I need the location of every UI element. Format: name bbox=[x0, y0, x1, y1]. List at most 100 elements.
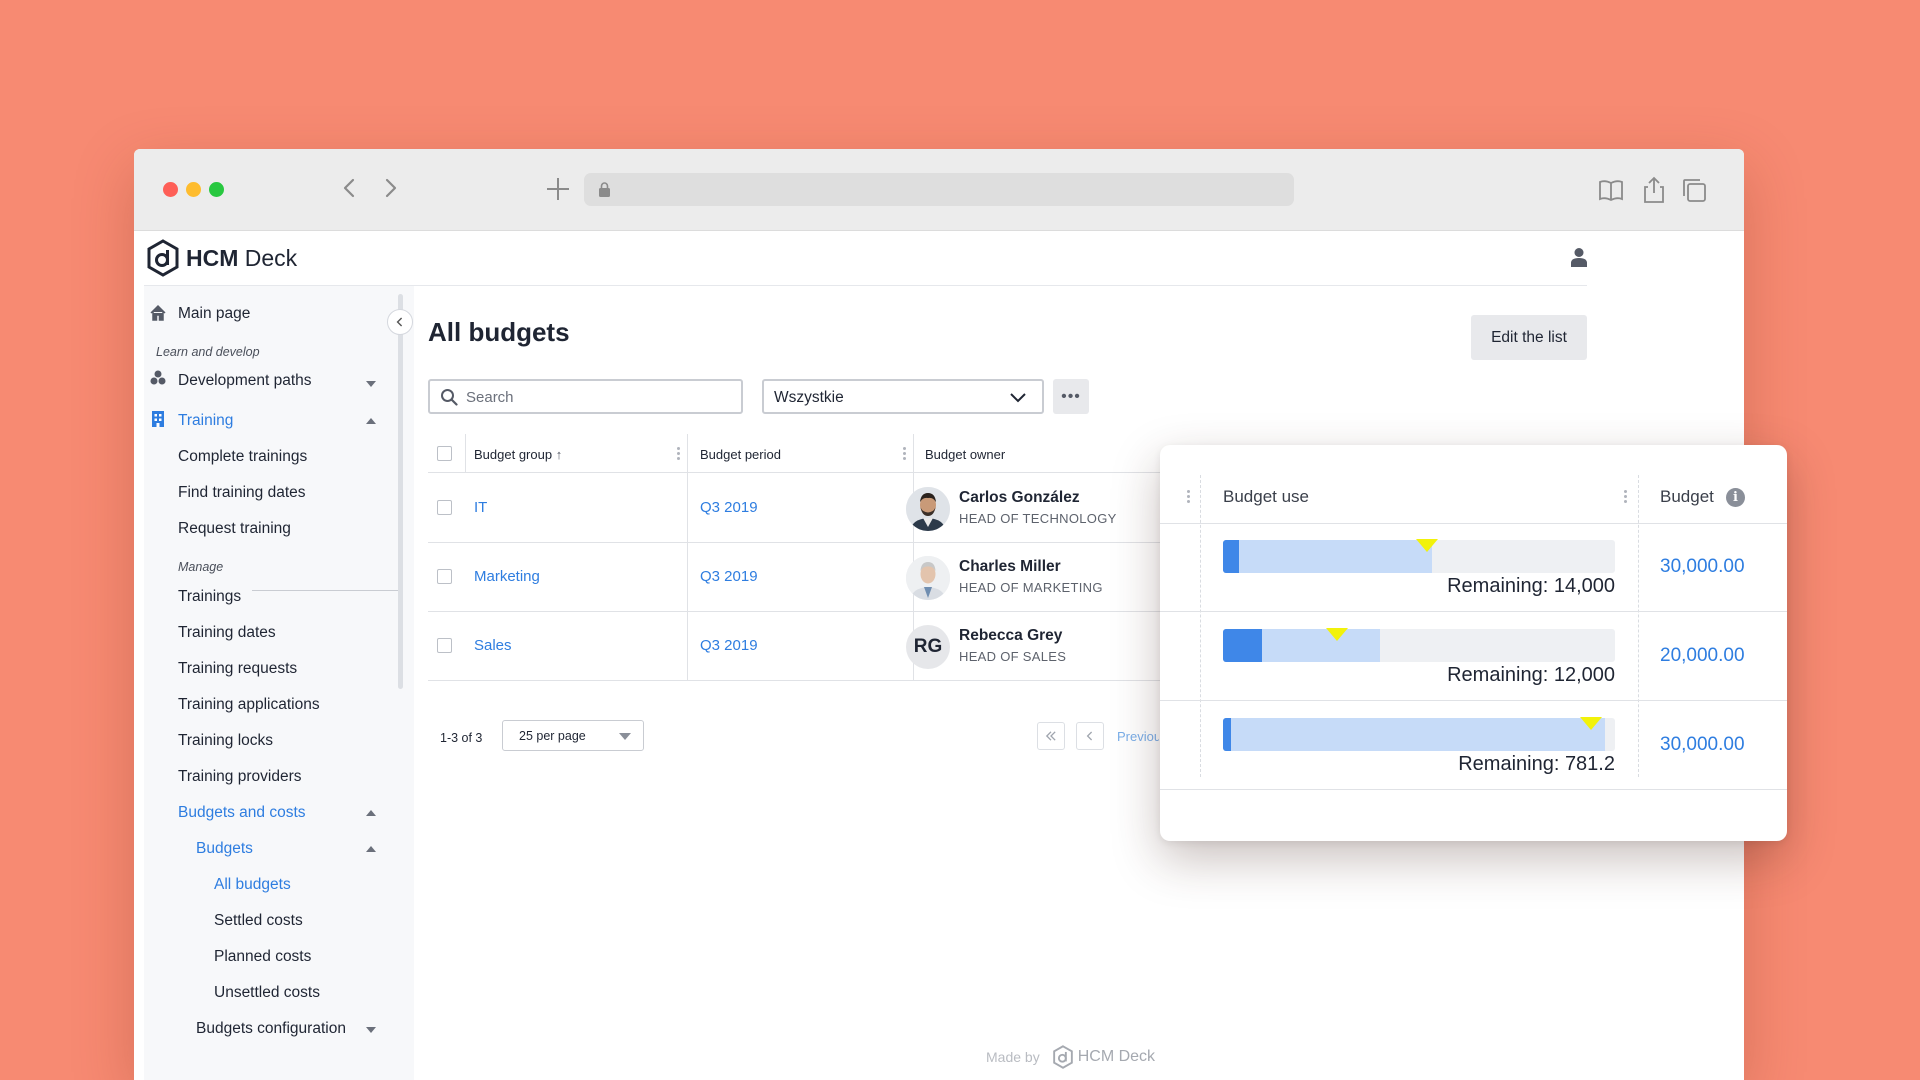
chevron-up-icon[interactable] bbox=[366, 418, 376, 424]
search-input[interactable] bbox=[466, 386, 726, 408]
hcm-deck-logo[interactable]: HCM Deck bbox=[146, 239, 297, 277]
budget-amount-link[interactable]: 30,000.00 bbox=[1660, 556, 1745, 578]
sidebar-item-development-paths[interactable]: Development paths bbox=[178, 372, 312, 390]
column-menu-icon[interactable] bbox=[903, 447, 907, 461]
avatar-initials: RG bbox=[906, 625, 950, 669]
column-menu-icon[interactable] bbox=[677, 447, 681, 461]
budget-use-bar bbox=[1223, 717, 1615, 751]
sidebar: Main page Learn and develop Development … bbox=[144, 286, 414, 1080]
filter-select[interactable]: Wszystkie bbox=[762, 379, 1044, 414]
sidebar-item-budgets[interactable]: Budgets bbox=[196, 840, 253, 858]
sidebar-item-all-budgets[interactable]: All budgets bbox=[214, 876, 291, 894]
card-row-divider bbox=[1160, 700, 1787, 701]
sidebar-item-training-applications[interactable]: Training applications bbox=[178, 696, 320, 714]
card-column-divider bbox=[1638, 475, 1639, 777]
sidebar-scrollbar[interactable] bbox=[398, 294, 403, 689]
previous-link[interactable]: Previous bbox=[1117, 729, 1159, 744]
sidebar-item-training-providers[interactable]: Training providers bbox=[178, 768, 301, 786]
sidebar-item-request-training[interactable]: Request training bbox=[178, 520, 291, 538]
made-by-label: Made by bbox=[986, 1049, 1040, 1065]
info-icon[interactable]: i bbox=[1726, 488, 1745, 507]
avatar-photo-carlos bbox=[906, 487, 950, 531]
edit-list-button[interactable]: Edit the list bbox=[1471, 315, 1587, 360]
address-bar[interactable] bbox=[584, 173, 1294, 206]
budget-period-link[interactable]: Q3 2019 bbox=[700, 568, 758, 585]
sidebar-item-training-dates[interactable]: Training dates bbox=[178, 624, 276, 642]
minimize-window-button[interactable] bbox=[186, 182, 201, 197]
bar-used-fill bbox=[1223, 540, 1432, 573]
remaining-amount: Remaining: 781.2 bbox=[1458, 753, 1615, 775]
budget-period-link[interactable]: Q3 2019 bbox=[700, 637, 758, 654]
sidebar-item-budgets-and-costs[interactable]: Budgets and costs bbox=[178, 804, 306, 822]
manage-divider bbox=[252, 590, 398, 591]
avatar bbox=[906, 487, 950, 531]
chevron-down-icon[interactable] bbox=[366, 1027, 376, 1033]
sidebar-item-training[interactable]: Training bbox=[178, 412, 233, 430]
page-title: All budgets bbox=[428, 317, 570, 347]
sidebar-item-unsettled-costs[interactable]: Unsettled costs bbox=[214, 984, 320, 1002]
row-checkbox[interactable] bbox=[437, 638, 452, 653]
reader-book-icon[interactable] bbox=[1596, 175, 1626, 205]
row-checkbox[interactable] bbox=[437, 500, 452, 515]
pagination-count: 1-3 of 3 bbox=[440, 731, 483, 745]
search-box[interactable] bbox=[428, 379, 743, 414]
column-header-budget-group[interactable]: Budget group ↑ bbox=[474, 447, 562, 462]
close-window-button[interactable] bbox=[163, 182, 178, 197]
column-header-budget[interactable]: Budget bbox=[1660, 487, 1714, 507]
maximize-window-button[interactable] bbox=[209, 182, 224, 197]
new-tab-plus-icon[interactable] bbox=[544, 175, 572, 203]
user-profile-icon[interactable] bbox=[1570, 247, 1588, 267]
filter-select-value: Wszystkie bbox=[774, 389, 844, 406]
owner-name: Rebecca Grey bbox=[959, 627, 1063, 644]
sidebar-item-trainings[interactable]: Trainings bbox=[178, 588, 241, 606]
sidebar-item-budgets-configuration[interactable]: Budgets configuration bbox=[196, 1020, 346, 1038]
share-icon[interactable] bbox=[1639, 175, 1669, 205]
column-menu-icon[interactable] bbox=[1187, 490, 1191, 504]
card-row-divider bbox=[1160, 523, 1787, 524]
budget-period-link[interactable]: Q3 2019 bbox=[700, 499, 758, 516]
sidebar-item-find-training-dates[interactable]: Find training dates bbox=[178, 484, 306, 502]
app-header: HCM Deck bbox=[134, 231, 1744, 287]
search-icon bbox=[441, 389, 458, 406]
column-header-budget-period[interactable]: Budget period bbox=[700, 447, 781, 462]
sidebar-item-training-locks[interactable]: Training locks bbox=[178, 732, 273, 750]
chevron-left-icon bbox=[396, 317, 403, 327]
column-header-budget-use[interactable]: Budget use bbox=[1223, 487, 1309, 507]
budget-group-link[interactable]: Marketing bbox=[474, 568, 540, 585]
column-menu-icon[interactable] bbox=[1624, 490, 1628, 504]
row-checkbox[interactable] bbox=[437, 569, 452, 584]
prev-page-button[interactable] bbox=[1076, 722, 1104, 750]
per-page-value: 25 per page bbox=[519, 729, 586, 743]
first-page-button[interactable] bbox=[1037, 722, 1065, 750]
sidebar-item-main-page[interactable]: Main page bbox=[178, 305, 250, 323]
brand-name: HCM Deck bbox=[186, 244, 298, 271]
sidebar-item-planned-costs[interactable]: Planned costs bbox=[214, 948, 311, 966]
tabs-overview-icon[interactable] bbox=[1679, 175, 1709, 205]
budget-amount-link[interactable]: 30,000.00 bbox=[1660, 734, 1745, 756]
more-options-button[interactable]: ••• bbox=[1053, 379, 1089, 414]
collapse-sidebar-button[interactable] bbox=[387, 309, 413, 335]
owner-name: Charles Miller bbox=[959, 558, 1061, 575]
sidebar-item-settled-costs[interactable]: Settled costs bbox=[214, 912, 303, 930]
budget-group-link[interactable]: Sales bbox=[474, 637, 512, 654]
budget-group-link[interactable]: IT bbox=[474, 499, 487, 516]
hcm-deck-logo-icon bbox=[147, 239, 179, 277]
training-building-icon bbox=[152, 411, 164, 427]
chevron-up-icon[interactable] bbox=[366, 846, 376, 852]
remaining-amount: Remaining: 14,000 bbox=[1447, 575, 1615, 597]
hcm-deck-footer-logo-icon bbox=[1052, 1045, 1073, 1069]
column-divider bbox=[465, 434, 466, 473]
column-header-budget-owner[interactable]: Budget owner bbox=[925, 447, 1005, 462]
owner-role: HEAD OF MARKETING bbox=[959, 580, 1103, 595]
sidebar-item-training-requests[interactable]: Training requests bbox=[178, 660, 297, 678]
forward-arrow-icon[interactable] bbox=[376, 171, 406, 205]
per-page-select[interactable]: 25 per page bbox=[502, 720, 644, 751]
card-row-divider bbox=[1160, 611, 1787, 612]
chevron-up-icon[interactable] bbox=[366, 810, 376, 816]
sidebar-item-complete-trainings[interactable]: Complete trainings bbox=[178, 448, 307, 466]
chevron-down-icon[interactable] bbox=[366, 381, 376, 387]
select-all-checkbox[interactable] bbox=[437, 446, 452, 461]
budget-amount-link[interactable]: 20,000.00 bbox=[1660, 645, 1745, 667]
back-arrow-icon[interactable] bbox=[334, 171, 364, 205]
chevron-left-icon bbox=[1086, 731, 1093, 741]
